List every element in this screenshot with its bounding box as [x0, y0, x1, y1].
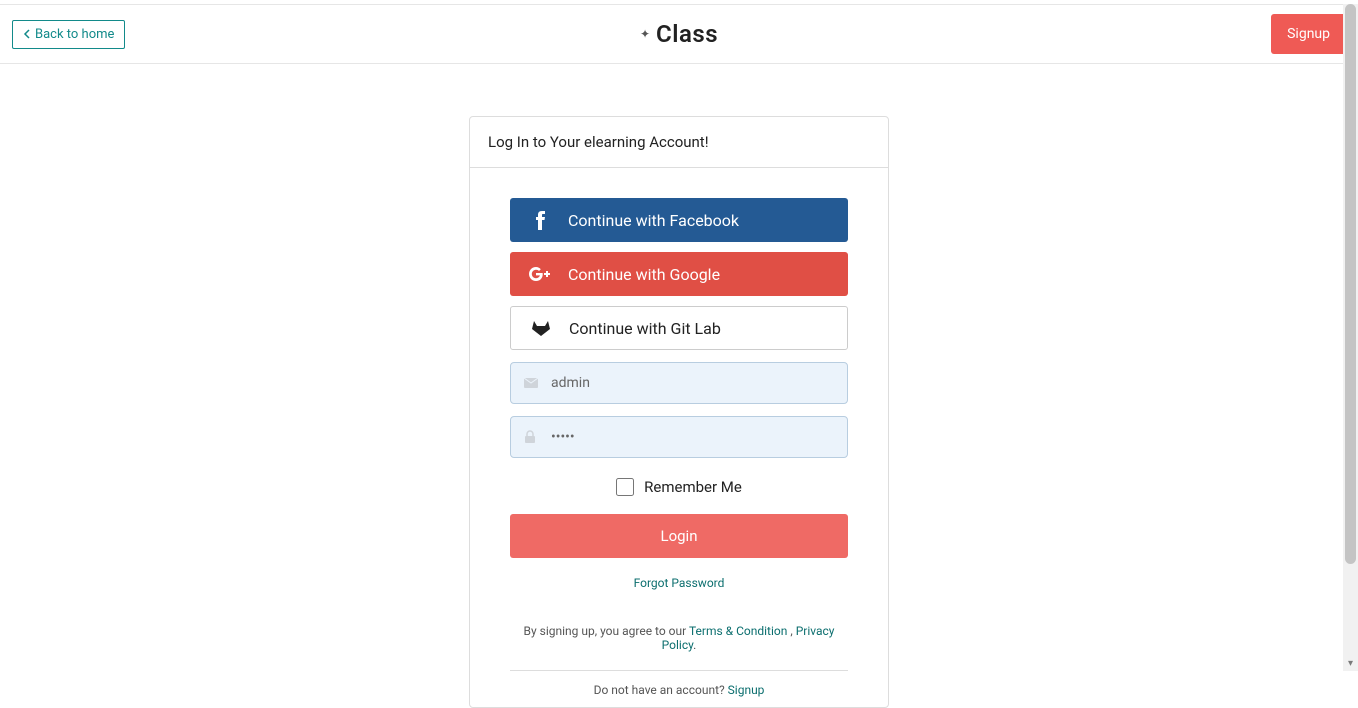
- google-label: Continue with Google: [568, 265, 720, 284]
- envelope-icon: [524, 378, 538, 388]
- divider: [510, 670, 848, 671]
- facebook-icon: [526, 210, 554, 230]
- gitlab-icon: [527, 320, 555, 336]
- scrollbar-thumb[interactable]: [1345, 4, 1356, 564]
- chevron-left-icon: [23, 29, 31, 39]
- continue-google-button[interactable]: Continue with Google: [510, 252, 848, 296]
- signup-prompt-text: Do not have an account?: [594, 683, 728, 697]
- password-input[interactable]: [510, 416, 848, 458]
- scrollbar[interactable]: ▾: [1343, 4, 1358, 671]
- username-field-wrap: [510, 362, 848, 404]
- terms-link[interactable]: Terms & Condition: [689, 624, 787, 638]
- back-label: Back to home: [35, 27, 114, 42]
- forgot-password-link[interactable]: Forgot Password: [510, 576, 848, 590]
- login-card: Log In to Your elearning Account! Contin…: [469, 116, 889, 708]
- google-plus-icon: [526, 267, 554, 281]
- username-input[interactable]: [510, 362, 848, 404]
- top-bar: Back to home ✦ Class Signup: [0, 4, 1358, 64]
- password-field-wrap: [510, 416, 848, 458]
- lock-icon: [524, 430, 536, 444]
- signup-link[interactable]: Signup: [728, 683, 765, 697]
- brand-title: Class: [656, 20, 718, 48]
- terms-row: By signing up, you agree to our Terms & …: [510, 624, 848, 652]
- logo-icon: ✦: [640, 27, 650, 41]
- brand: ✦ Class: [640, 20, 718, 48]
- signup-button[interactable]: Signup: [1271, 14, 1346, 54]
- card-body: Continue with Facebook Continue with Goo…: [470, 168, 888, 707]
- remember-row: Remember Me: [510, 478, 848, 496]
- continue-facebook-button[interactable]: Continue with Facebook: [510, 198, 848, 242]
- terms-sep: ,: [787, 624, 795, 638]
- continue-gitlab-button[interactable]: Continue with Git Lab: [510, 306, 848, 350]
- terms-prefix: By signing up, you agree to our: [524, 624, 689, 638]
- gitlab-label: Continue with Git Lab: [569, 319, 721, 338]
- scrollbar-down-icon[interactable]: ▾: [1343, 656, 1358, 671]
- back-to-home-button[interactable]: Back to home: [12, 20, 125, 49]
- facebook-label: Continue with Facebook: [568, 211, 739, 230]
- remember-label: Remember Me: [644, 478, 742, 496]
- signup-prompt: Do not have an account? Signup: [510, 683, 848, 697]
- login-button[interactable]: Login: [510, 514, 848, 558]
- card-title: Log In to Your elearning Account!: [470, 117, 888, 168]
- remember-checkbox[interactable]: [616, 478, 634, 496]
